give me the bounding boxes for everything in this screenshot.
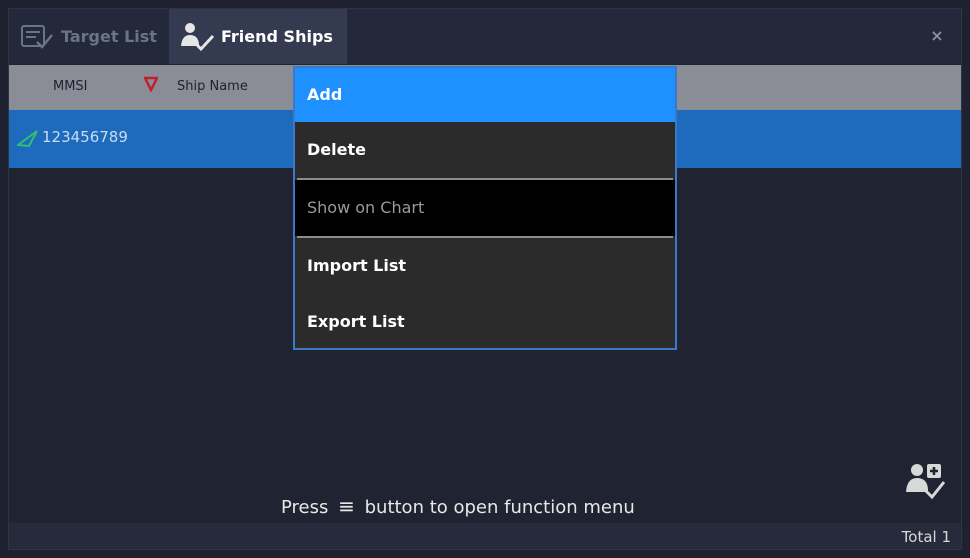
friend-ship-icon [15, 129, 39, 151]
status-bar: Total 1 [9, 523, 961, 549]
friend-ships-window: Target List Friend Ships × MMSI Ship Nam… [8, 8, 962, 550]
friend-ships-icon [179, 21, 215, 53]
function-menu: Add Delete Show on Chart Import List Exp… [293, 66, 677, 350]
menu-item-export-list[interactable]: Export List [295, 294, 675, 350]
tab-target-list[interactable]: Target List [9, 9, 169, 64]
sort-desc-icon[interactable] [142, 76, 160, 96]
add-friend-icon[interactable] [905, 462, 946, 502]
menu-item-add[interactable]: Add [295, 68, 675, 122]
menu-item-delete[interactable]: Delete [295, 122, 675, 178]
tab-friend-ships-label: Friend Ships [221, 27, 333, 46]
menu-item-show-on-chart: Show on Chart [295, 180, 675, 236]
row-mmsi: 123456789 [42, 128, 128, 146]
menu-icon: ≡ [338, 494, 355, 518]
close-button[interactable]: × [927, 26, 947, 46]
total-count: Total 1 [901, 528, 951, 546]
menu-item-import-list[interactable]: Import List [295, 238, 675, 294]
column-header-ship-name[interactable]: Ship Name [177, 79, 248, 94]
tab-bar: Target List Friend Ships × [9, 9, 961, 64]
column-header-mmsi[interactable]: MMSI [53, 79, 88, 94]
hint-after: button to open function menu [364, 497, 635, 518]
hint-before: Press [281, 497, 329, 518]
tab-target-list-label: Target List [61, 27, 157, 46]
tab-friend-ships[interactable]: Friend Ships [169, 9, 347, 64]
function-menu-hint: Press ≡ button to open function menu [281, 494, 635, 518]
target-list-icon [19, 21, 55, 53]
